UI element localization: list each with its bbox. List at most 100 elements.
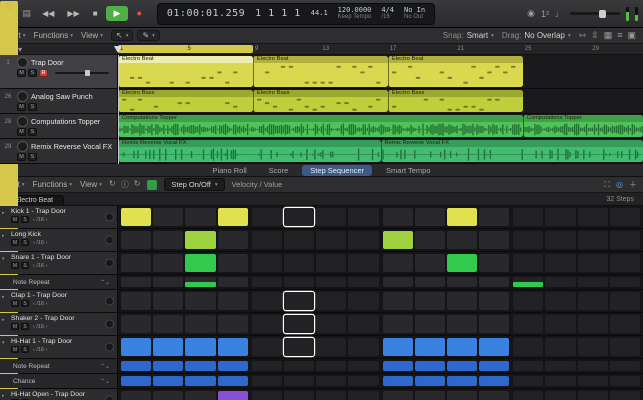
bar-ruler[interactable]: 1591317212529 (118, 44, 643, 54)
catch-icon[interactable]: ◎ (616, 180, 623, 189)
step-cell[interactable] (218, 254, 248, 272)
pencil-tool[interactable]: ✎▾ (137, 30, 159, 41)
step-cell[interactable] (415, 338, 445, 356)
menu-view[interactable]: View▾ (81, 31, 103, 40)
step-cell[interactable] (252, 277, 282, 287)
step-cell[interactable] (545, 292, 575, 310)
step-cell[interactable] (578, 208, 608, 226)
lcd-display[interactable]: 01:00:01.2591 1 1 144.1120.0000Keep Temp… (157, 3, 435, 25)
region[interactable]: Computations Topper (523, 115, 643, 137)
menu-functions[interactable]: Functions▾ (34, 31, 73, 40)
step-cell[interactable] (513, 338, 543, 356)
step-cell[interactable] (185, 376, 215, 386)
step-cell[interactable] (447, 338, 477, 356)
disclosure-open-icon[interactable]: ▾ (2, 256, 5, 262)
step-cell[interactable] (415, 391, 445, 400)
step-cell[interactable] (348, 277, 378, 287)
step-cell[interactable] (610, 361, 640, 371)
step-cell[interactable] (185, 277, 215, 287)
step-cell[interactable] (447, 277, 477, 287)
step-cell[interactable] (610, 254, 640, 272)
row-solo-button[interactable]: S (21, 262, 29, 269)
pencil-icon[interactable]: ↻ (134, 179, 141, 190)
step-cell[interactable] (185, 338, 215, 356)
step-cell[interactable] (153, 361, 183, 371)
tab-smart-tempo[interactable]: Smart Tempo (378, 165, 438, 176)
seq-row-header[interactable]: ▾Snare 1 - Trap DoorMS‹ /16 › (0, 252, 118, 274)
step-cell[interactable] (383, 338, 413, 356)
step-cell[interactable] (513, 361, 543, 371)
step-cell[interactable] (610, 292, 640, 310)
row-knob[interactable] (105, 213, 114, 222)
step-cell[interactable] (316, 376, 346, 386)
step-cell[interactable] (610, 208, 640, 226)
step-cell[interactable] (284, 208, 314, 226)
mute-button[interactable]: M (17, 153, 26, 161)
row-mute-button[interactable]: M (11, 323, 19, 330)
row-knob[interactable] (105, 343, 114, 352)
step-cell[interactable] (348, 315, 378, 333)
step-cell[interactable] (447, 391, 477, 400)
duplicate-track-button[interactable]: ▾ (18, 45, 22, 54)
panel-view-icon[interactable]: ▣ (627, 30, 636, 41)
row-division-value[interactable]: ‹ /16 › (33, 263, 47, 269)
row-division-value[interactable]: ‹ /16 › (33, 240, 47, 246)
row-knob[interactable] (105, 259, 114, 268)
row-knob[interactable] (105, 396, 114, 400)
step-cell[interactable] (252, 361, 282, 371)
step-cell[interactable] (218, 338, 248, 356)
step-cell[interactable] (479, 391, 509, 400)
count-in-icon[interactable]: 1² (541, 9, 549, 19)
solo-button[interactable]: S (28, 153, 37, 161)
disclosure-open-icon[interactable]: ▾ (2, 340, 5, 346)
step-cell[interactable] (447, 315, 477, 333)
step-cell[interactable] (383, 292, 413, 310)
step-cell[interactable] (284, 391, 314, 400)
region[interactable]: Computations Topper (118, 115, 523, 137)
step-cell[interactable] (284, 338, 314, 356)
step-cell[interactable] (316, 277, 346, 287)
row-knob[interactable] (105, 236, 114, 245)
pointer-tool[interactable]: ↖▾ (111, 30, 133, 41)
row-knob[interactable] (105, 297, 114, 306)
step-cell[interactable] (252, 254, 282, 272)
step-cell[interactable] (415, 254, 445, 272)
step-cell[interactable] (218, 292, 248, 310)
step-cell[interactable] (447, 208, 477, 226)
track-lane[interactable]: Electro BassElectro BassElectro Bass (118, 89, 643, 113)
step-cell[interactable] (153, 208, 183, 226)
region[interactable]: Electro Beat (118, 56, 253, 87)
step-cell[interactable] (447, 292, 477, 310)
track-header-28[interactable]: 28Computations TopperMS (0, 114, 118, 138)
step-cell[interactable] (447, 361, 477, 371)
step-cell[interactable] (218, 231, 248, 249)
live-record-button[interactable] (147, 180, 157, 190)
step-cell[interactable] (578, 277, 608, 287)
step-cell[interactable] (252, 231, 282, 249)
step-cell[interactable] (383, 254, 413, 272)
track-lane[interactable]: Computations TopperComputations Topper (118, 114, 643, 138)
step-cell[interactable] (348, 338, 378, 356)
subrow-stepper[interactable]: ⌃⌄ (100, 378, 110, 385)
row-division-value[interactable]: ‹ /16 › (33, 324, 47, 330)
step-cell[interactable] (578, 361, 608, 371)
step-cell[interactable] (479, 277, 509, 287)
row-mute-button[interactable]: M (11, 239, 19, 246)
region[interactable]: Electro Beat (253, 56, 388, 87)
step-cell[interactable] (545, 208, 575, 226)
record-enable-button[interactable]: R (39, 69, 48, 77)
subrow-stepper[interactable]: ⌃⌄ (100, 363, 110, 370)
step-cell[interactable] (578, 391, 608, 400)
step-cell[interactable] (121, 292, 151, 310)
snap-menu[interactable]: Snap: Smart ▾ (443, 31, 494, 40)
step-cell[interactable] (479, 338, 509, 356)
step-cell[interactable] (578, 231, 608, 249)
step-cell[interactable] (316, 391, 346, 400)
step-cell[interactable] (218, 315, 248, 333)
step-cell[interactable] (383, 208, 413, 226)
solo-button[interactable]: S (28, 69, 37, 77)
step-cell[interactable] (415, 208, 445, 226)
step-cell[interactable] (284, 292, 314, 310)
step-cell[interactable] (479, 292, 509, 310)
tuner-icon[interactable]: ◉ (527, 8, 535, 19)
